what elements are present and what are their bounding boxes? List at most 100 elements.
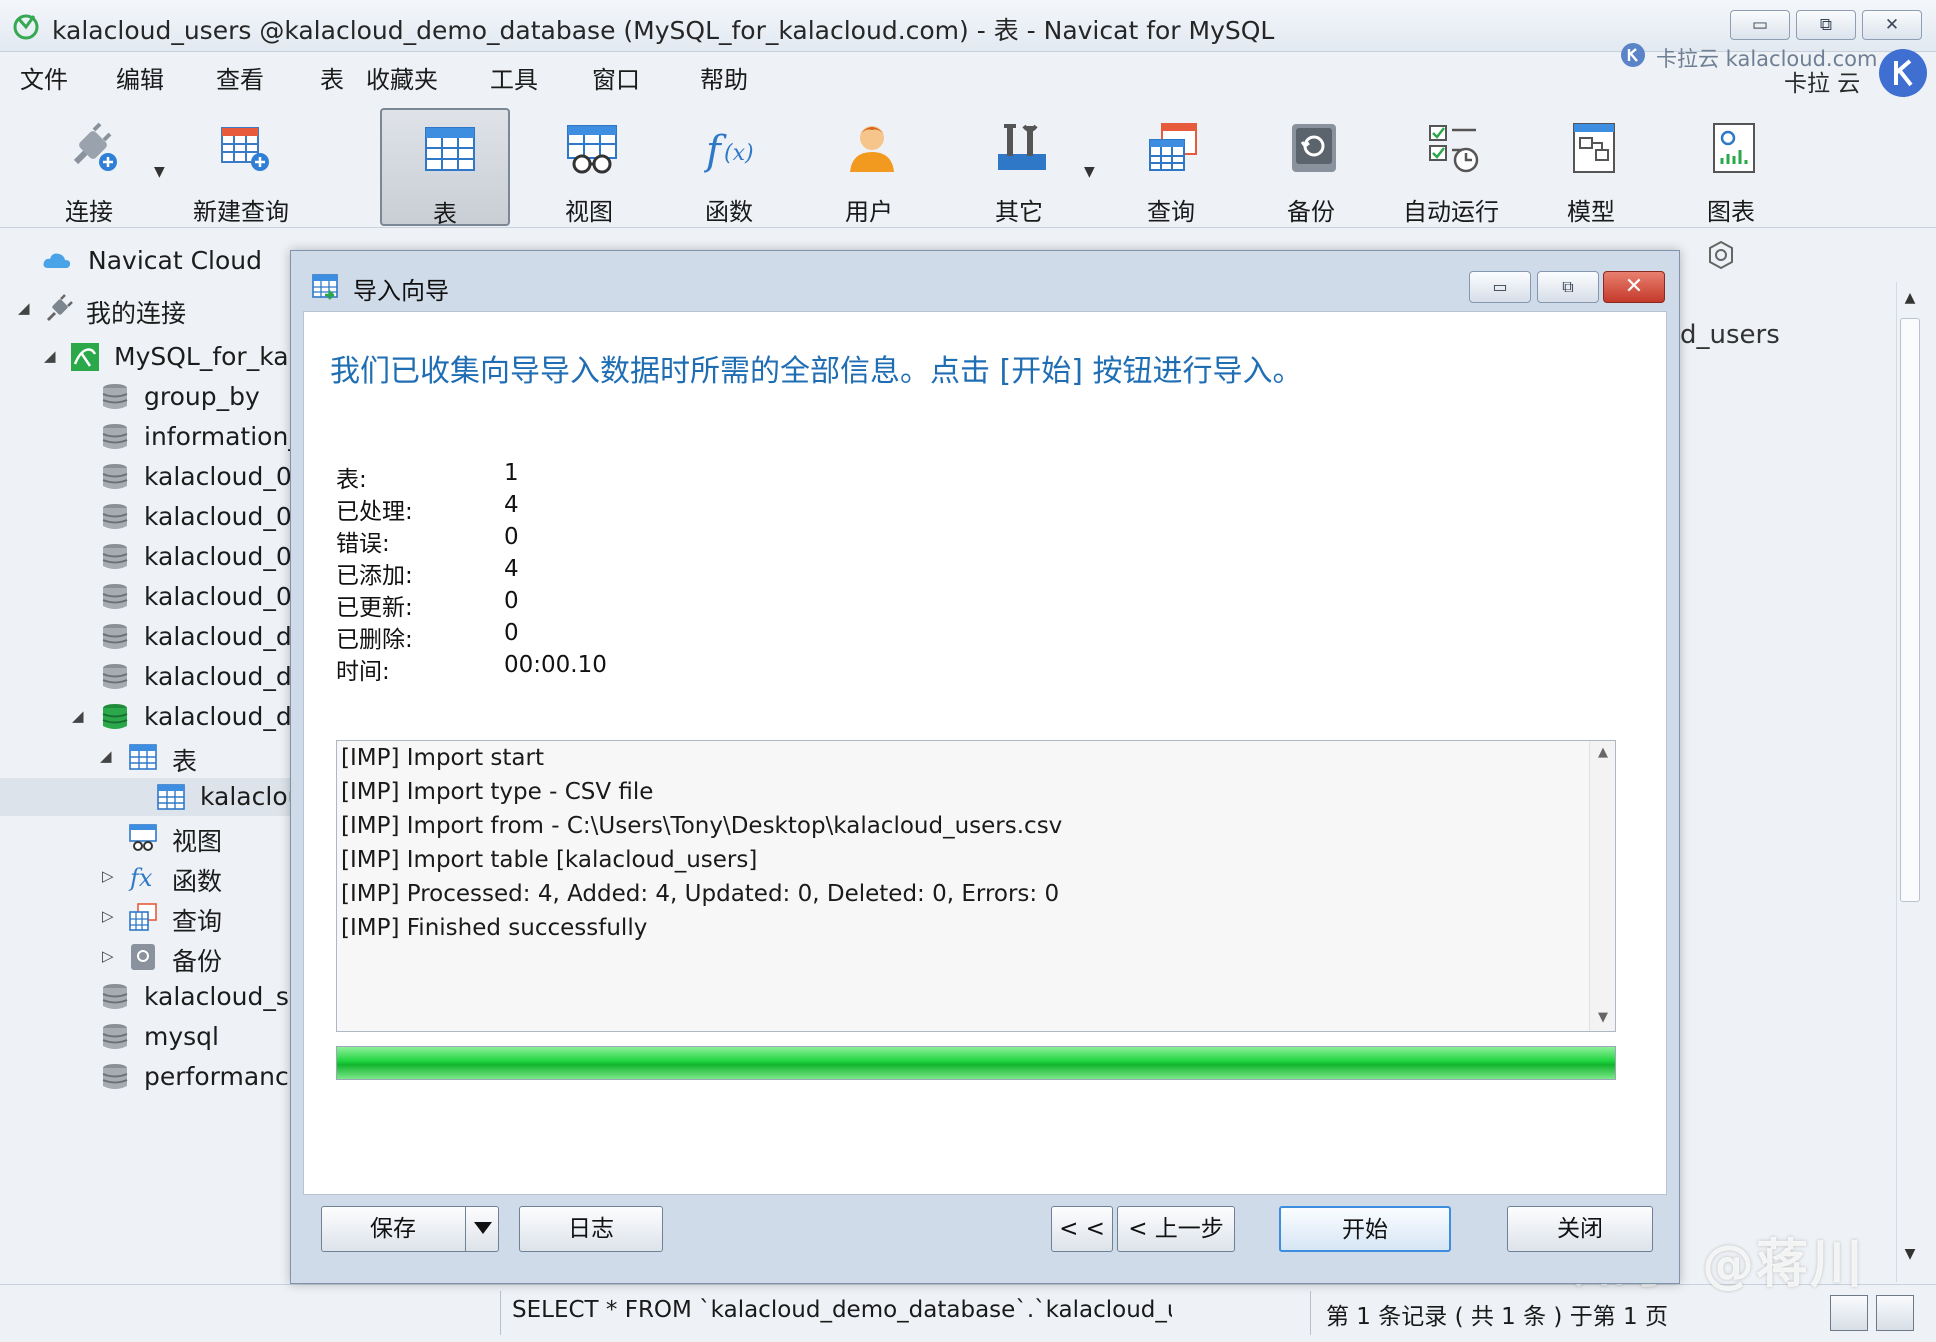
- tree-item-queries[interactable]: ▷ 查询: [0, 898, 292, 936]
- first-step-button[interactable]: < <: [1051, 1206, 1113, 1252]
- menu-edit[interactable]: 编辑: [116, 60, 164, 95]
- toolbar-other-button[interactable]: 其它: [954, 108, 1084, 226]
- window-title: kalacloud_users @kalacloud_demo_database…: [52, 16, 1275, 45]
- toolbar-backup-button[interactable]: 备份: [1246, 108, 1376, 226]
- toolbar-model-button[interactable]: 模型: [1526, 108, 1656, 226]
- summary-label: 时间:: [336, 659, 390, 685]
- tree-item-database[interactable]: information_schema: [0, 418, 292, 456]
- chevron-down-icon[interactable]: [465, 1207, 499, 1251]
- toolbar-table-button[interactable]: 表: [380, 108, 510, 228]
- backup-icon: [131, 944, 155, 970]
- function-icon: f (x): [704, 128, 754, 174]
- tree-item-database[interactable]: kalacloud_02: [0, 498, 292, 536]
- tree-item-selected-table[interactable]: kalacloud_users: [0, 778, 292, 816]
- toolbar-user-button[interactable]: 用户: [804, 108, 934, 226]
- tree-item-my-connections[interactable]: ◢ 我的连接: [0, 290, 292, 328]
- previous-step-button[interactable]: < 上一步: [1117, 1206, 1235, 1252]
- tree-label: mysql: [144, 1022, 219, 1051]
- navicat-logo-icon: [13, 14, 39, 40]
- tree-item-database[interactable]: kalacloud_01: [0, 458, 292, 496]
- menu-table[interactable]: 表: [320, 60, 344, 95]
- menu-tools[interactable]: 工具: [490, 60, 538, 95]
- tree-item-functions[interactable]: ▷ fx 函数: [0, 858, 292, 896]
- chevron-down-icon[interactable]: ▼: [154, 164, 165, 180]
- status-divider: [500, 1291, 501, 1335]
- tree-item-backups[interactable]: ▷ 备份: [0, 938, 292, 976]
- toolbar-chart-button[interactable]: 图表: [1666, 108, 1796, 226]
- log-line: [IMP] Import table [kalacloud_users]: [341, 847, 758, 873]
- toolbar-schedule-label: 自动运行: [1403, 198, 1499, 226]
- tree-item-connection[interactable]: ◢ MySQL_for_kalacloud.com: [0, 338, 292, 376]
- tree-item-database[interactable]: kalacloud_04: [0, 578, 292, 616]
- table-icon: [425, 127, 475, 171]
- toolbar-connect-button[interactable]: 连接: [24, 108, 154, 226]
- minimize-button[interactable]: ▭: [1730, 10, 1790, 40]
- tree-item-database[interactable]: group_by: [0, 378, 292, 416]
- tree-label: kalacloud_02: [144, 502, 292, 531]
- summary-value: 0: [504, 524, 519, 550]
- database-icon: [102, 1024, 128, 1049]
- collapsed-arrow-icon[interactable]: ▷: [102, 867, 114, 885]
- start-button[interactable]: 开始: [1279, 1206, 1451, 1252]
- scrollbar-thumb[interactable]: [1900, 318, 1920, 902]
- save-button[interactable]: 保存: [321, 1206, 499, 1252]
- log-scrollbar[interactable]: ▲ ▼: [1589, 741, 1615, 1031]
- scroll-up-icon[interactable]: ▲: [1897, 290, 1923, 306]
- tree-item-database[interactable]: kalacloud_demo: [0, 658, 292, 696]
- tree-item-tables[interactable]: ◢ 表: [0, 738, 292, 776]
- tree-item-views[interactable]: 视图: [0, 818, 292, 856]
- tree-item-database[interactable]: kalacloud_03: [0, 538, 292, 576]
- expanded-arrow-icon[interactable]: ◢: [100, 747, 112, 765]
- toolbar-view-label: 视图: [565, 198, 613, 226]
- tree-label: 函数: [172, 867, 223, 896]
- close-button[interactable]: 关闭: [1507, 1206, 1653, 1252]
- dialog-maximize-button[interactable]: ⧉: [1537, 271, 1599, 303]
- gear-icon[interactable]: [1706, 240, 1736, 270]
- dialog-close-button[interactable]: ✕: [1603, 271, 1665, 303]
- import-log[interactable]: [IMP] Import start [IMP] Import type - C…: [336, 740, 1616, 1032]
- collapsed-arrow-icon[interactable]: ▷: [102, 947, 114, 965]
- tree-item-open-database[interactable]: ◢ kalacloud_demo_database: [0, 698, 292, 736]
- dialog-minimize-button[interactable]: ▭: [1469, 271, 1531, 303]
- expanded-arrow-icon[interactable]: ◢: [44, 347, 56, 365]
- tree-item-database[interactable]: performance_schema: [0, 1058, 292, 1096]
- menu-window[interactable]: 窗口: [592, 60, 640, 95]
- scroll-down-icon[interactable]: ▼: [1897, 1246, 1923, 1262]
- menu-help[interactable]: 帮助: [700, 60, 748, 95]
- tree-item-database[interactable]: kalacloud_data: [0, 618, 292, 656]
- tree-label: 备份: [172, 947, 223, 976]
- toolbar-function-button[interactable]: f (x) 函数: [664, 108, 794, 226]
- collapsed-arrow-icon[interactable]: ▷: [102, 907, 114, 925]
- toolbar-other-label: 其它: [995, 198, 1043, 226]
- toolbar-new-query-button[interactable]: 新建查询: [176, 108, 306, 226]
- menu-file[interactable]: 文件: [20, 60, 68, 95]
- tree-item-database[interactable]: kalacloud_school: [0, 978, 292, 1016]
- tree-item-database[interactable]: mysql: [0, 1018, 292, 1056]
- grid-view-button[interactable]: [1830, 1295, 1868, 1331]
- tree-item-navicat-cloud[interactable]: Navicat Cloud: [0, 242, 292, 280]
- close-window-button[interactable]: ✕: [1862, 10, 1922, 40]
- expanded-arrow-icon[interactable]: ◢: [72, 707, 84, 725]
- log-button[interactable]: 日志: [519, 1206, 663, 1252]
- background-scrollbar[interactable]: ▲ ▼: [1896, 282, 1922, 1282]
- dialog-title: 导入向导: [353, 277, 449, 305]
- maximize-button[interactable]: ⧉: [1796, 10, 1856, 40]
- summary-value: 1: [504, 460, 519, 486]
- toolbar-query-button[interactable]: 查询: [1106, 108, 1236, 226]
- scroll-down-icon[interactable]: ▼: [1590, 1010, 1616, 1025]
- summary-value: 4: [504, 492, 519, 518]
- database-icon: [102, 1064, 128, 1089]
- plug-icon: [46, 294, 73, 322]
- menu-view[interactable]: 查看: [216, 60, 264, 95]
- tree-label: kalacloud_03: [144, 542, 292, 571]
- scroll-up-icon[interactable]: ▲: [1590, 745, 1616, 760]
- toolbar-schedule-button[interactable]: 自动运行: [1386, 108, 1516, 226]
- database-icon: [102, 544, 128, 569]
- toolbar-view-button[interactable]: 视图: [524, 108, 654, 226]
- menu-favorites[interactable]: 收藏夹: [366, 60, 438, 95]
- database-icon: [102, 464, 128, 489]
- chevron-down-icon[interactable]: ▼: [1084, 164, 1095, 180]
- log-line: [IMP] Import start: [341, 745, 544, 771]
- form-view-button[interactable]: [1876, 1295, 1914, 1331]
- expanded-arrow-icon[interactable]: ◢: [18, 299, 30, 317]
